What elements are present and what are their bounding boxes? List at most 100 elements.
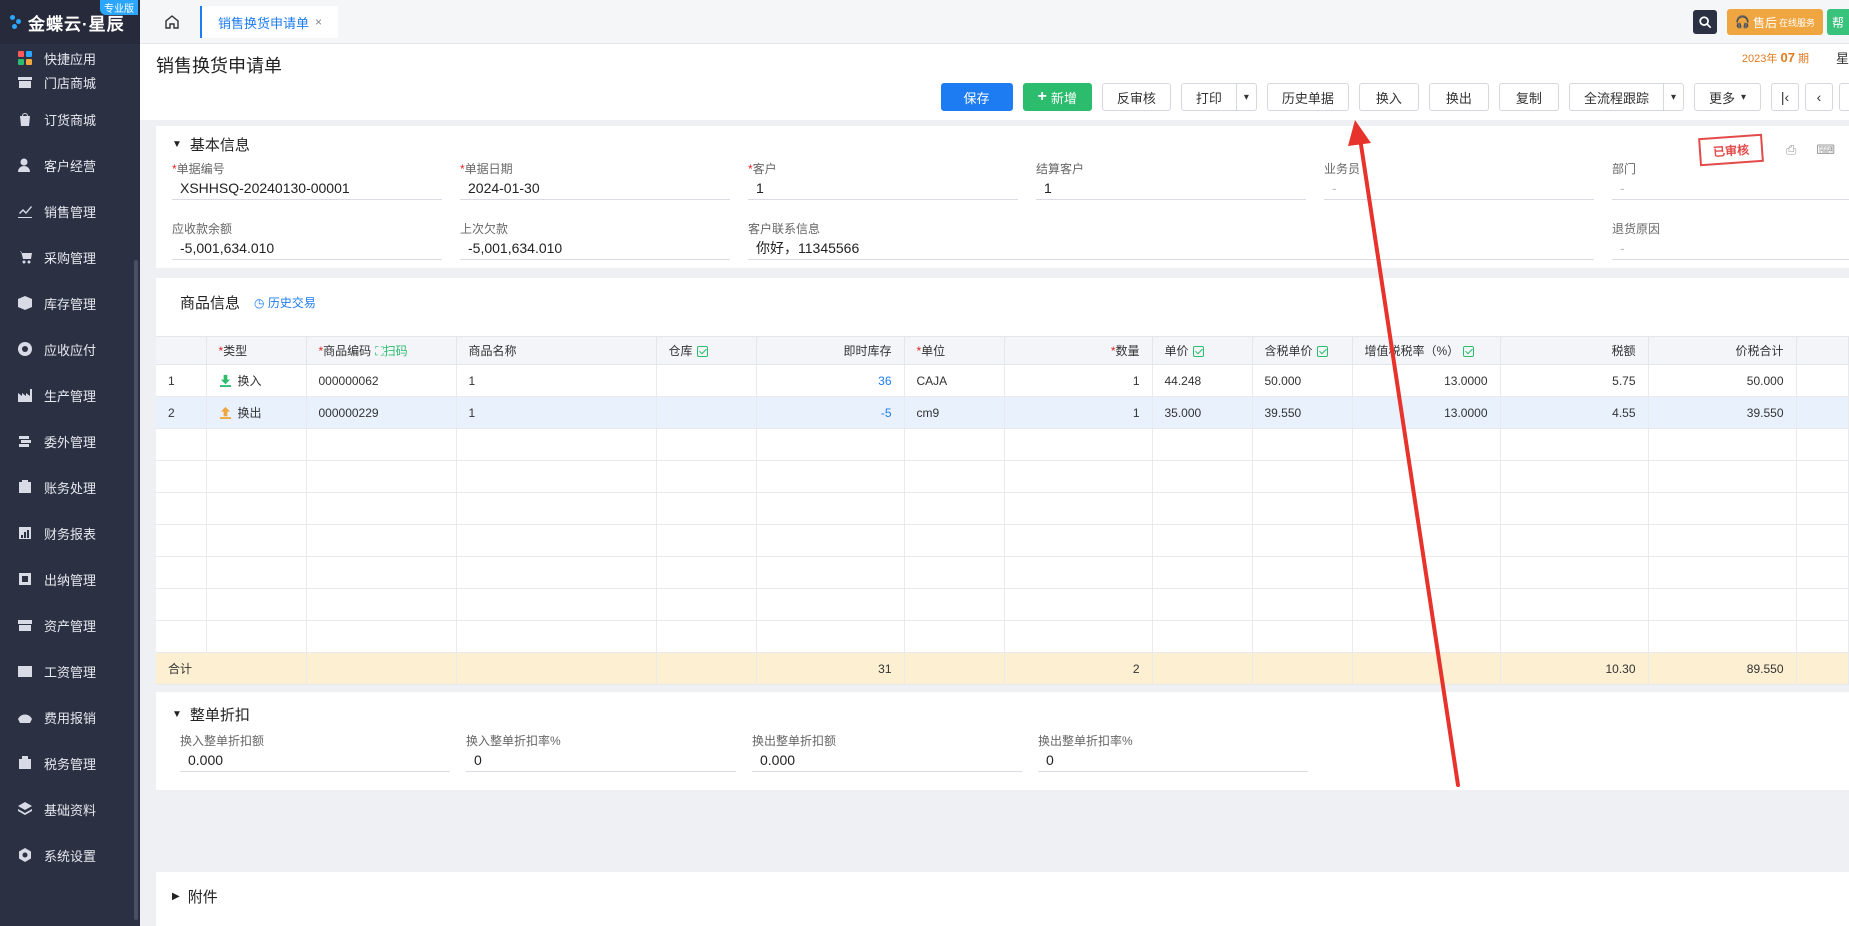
batch-fill-checkbox-icon[interactable]	[696, 346, 708, 358]
row-warehouse[interactable]	[656, 396, 757, 429]
row-unit[interactable]: cm9	[904, 396, 1005, 429]
contact-field[interactable]: 客户联系信息 你好，11345566	[748, 220, 1594, 260]
out-discount-amount-field[interactable]: 换出整单折扣额 0.000	[752, 732, 1022, 772]
row-tax-rate[interactable]: 13.0000	[1352, 396, 1501, 429]
sidebar-item-report[interactable]: 财务报表	[0, 510, 140, 556]
bill-no-field[interactable]: *单据编号 XSHHSQ-20240130-00001	[172, 160, 442, 200]
row-name[interactable]: 1	[456, 396, 657, 429]
bill-date-value[interactable]: 2024-01-30	[460, 176, 730, 200]
in-discount-rate-field[interactable]: 换入整单折扣率% 0	[466, 732, 736, 772]
sidebar-item-expense[interactable]: 费用报销	[0, 694, 140, 740]
unaudit-button[interactable]: 反审核	[1101, 83, 1171, 111]
full-process-track-button[interactable]: 全流程跟踪	[1568, 83, 1664, 111]
tab-sales-exchange[interactable]: 销售换货申请单 ×	[200, 6, 339, 38]
batch-fill-checkbox-icon[interactable]	[1316, 346, 1328, 358]
sidebar-item-cashier[interactable]: 出纳管理	[0, 556, 140, 602]
prev-record-button[interactable]: ‹	[1805, 83, 1833, 111]
sidebar-item-ledger[interactable]: 账务处理	[0, 464, 140, 510]
history-trade-link[interactable]: ◷ 历史交易	[254, 294, 316, 311]
return-reason-value[interactable]: -	[1612, 236, 1849, 260]
sidebar-item-inventory[interactable]: 库存管理	[0, 280, 140, 326]
settle-customer-value[interactable]: 1	[1036, 176, 1306, 200]
contact-value[interactable]: 你好，11345566	[748, 236, 1594, 260]
salesman-value[interactable]: -	[1324, 176, 1594, 200]
keyboard-icon[interactable]: ⌨	[1816, 142, 1835, 158]
help-button[interactable]: 帮	[1827, 9, 1849, 35]
swap-out-button[interactable]: 换出	[1428, 83, 1489, 111]
empty-row[interactable]	[156, 428, 1849, 461]
sidebar-item-salary[interactable]: 工资管理	[0, 648, 140, 694]
sidebar-item-asset[interactable]: 资产管理	[0, 602, 140, 648]
sidebar-item-receivable[interactable]: 应收应付	[0, 326, 140, 372]
basic-info-header[interactable]: ▼ 基本信息	[172, 134, 250, 155]
customer-value[interactable]: 1	[748, 176, 1018, 200]
after-sales-service-button[interactable]: 🎧 售后 在线服务	[1727, 9, 1823, 35]
row-tax-rate[interactable]: 13.0000	[1352, 364, 1501, 397]
out-discount-rate-value[interactable]: 0	[1038, 748, 1308, 772]
copy-button[interactable]: 复制	[1498, 83, 1559, 111]
sidebar-item-basic-data[interactable]: 基础资料	[0, 786, 140, 832]
row-stock[interactable]: 36	[756, 364, 905, 397]
swap-in-button[interactable]: 换入	[1358, 83, 1419, 111]
empty-row[interactable]	[156, 492, 1849, 525]
empty-row[interactable]	[156, 620, 1849, 653]
empty-row[interactable]	[156, 524, 1849, 557]
print-dropdown[interactable]: ▾	[1236, 83, 1257, 111]
new-button[interactable]: + 新增	[1022, 83, 1092, 111]
discount-header[interactable]: ▼ 整单折扣	[172, 704, 250, 725]
out-discount-rate-field[interactable]: 换出整单折扣率% 0	[1038, 732, 1308, 772]
sidebar-item-ordering-mall[interactable]: 订货商城	[0, 96, 140, 142]
scan-button[interactable]: ⛶扫码	[375, 344, 407, 358]
row-type[interactable]: 换入	[206, 364, 307, 397]
search-button[interactable]	[1693, 10, 1717, 34]
empty-row[interactable]	[156, 556, 1849, 589]
batch-fill-checkbox-icon[interactable]	[1192, 346, 1204, 358]
close-icon[interactable]: ×	[315, 15, 322, 29]
sidebar-item-outsource[interactable]: 委外管理	[0, 418, 140, 464]
row-warehouse[interactable]	[656, 364, 757, 397]
row-code[interactable]: 000000229	[306, 396, 457, 429]
customer-field[interactable]: *客户 1	[748, 160, 1018, 200]
empty-row[interactable]	[156, 460, 1849, 493]
first-record-button[interactable]: |‹	[1771, 83, 1799, 111]
empty-row[interactable]	[156, 588, 1849, 621]
track-dropdown[interactable]: ▾	[1663, 83, 1684, 111]
row-unit[interactable]: CAJA	[904, 364, 1005, 397]
next-record-button[interactable]	[1839, 83, 1849, 111]
brand-logo[interactable]: 金蝶云·星辰 专业版	[0, 0, 140, 44]
history-bills-button[interactable]: 历史单据	[1266, 83, 1349, 111]
row-qty[interactable]: 1	[1004, 364, 1153, 397]
sidebar-scrollbar[interactable]	[134, 260, 138, 920]
table-row[interactable]: 2 换出 000000229 1 -5 cm9 1 35.000 39.550 …	[156, 396, 1849, 429]
save-button[interactable]: 保存	[940, 83, 1013, 111]
print-preview-icon[interactable]: ⎙	[1786, 142, 1796, 158]
row-tax-price[interactable]: 39.550	[1252, 396, 1353, 429]
home-button[interactable]	[160, 10, 184, 34]
row-price[interactable]: 44.248	[1152, 364, 1253, 397]
row-qty[interactable]: 1	[1004, 396, 1153, 429]
in-discount-amount-value[interactable]: 0.000	[180, 748, 450, 772]
sidebar-item-tax[interactable]: 税务管理	[0, 740, 140, 786]
sidebar-item-purchase[interactable]: 采购管理	[0, 234, 140, 280]
department-field[interactable]: 部门 -	[1612, 160, 1849, 200]
department-value[interactable]: -	[1612, 176, 1849, 200]
bill-date-field[interactable]: *单据日期 2024-01-30	[460, 160, 730, 200]
sidebar-item-sales[interactable]: 销售管理	[0, 188, 140, 234]
sidebar-item-customer[interactable]: 客户经营	[0, 142, 140, 188]
sidebar-item-production[interactable]: 生产管理	[0, 372, 140, 418]
salesman-field[interactable]: 业务员 -	[1324, 160, 1594, 200]
row-price[interactable]: 35.000	[1152, 396, 1253, 429]
row-name[interactable]: 1	[456, 364, 657, 397]
sidebar-item-quick-apps[interactable]: 快捷应用 门店商城	[0, 44, 140, 96]
user-menu[interactable]: 星	[1836, 48, 1849, 67]
row-code[interactable]: 000000062	[306, 364, 457, 397]
out-discount-amount-value[interactable]: 0.000	[752, 748, 1022, 772]
attachment-header[interactable]: ▶ 附件	[172, 886, 218, 907]
row-tax-price[interactable]: 50.000	[1252, 364, 1353, 397]
sidebar-item-settings[interactable]: 系统设置	[0, 832, 140, 878]
table-row[interactable]: 1 换入 000000062 1 36 CAJA 1 44.248 50.000…	[156, 364, 1849, 397]
return-reason-field[interactable]: 退货原因 -	[1612, 220, 1849, 260]
bill-no-value[interactable]: XSHHSQ-20240130-00001	[172, 176, 442, 200]
print-button[interactable]: 打印	[1180, 83, 1237, 111]
more-button[interactable]: 更多 ▾	[1693, 83, 1761, 111]
